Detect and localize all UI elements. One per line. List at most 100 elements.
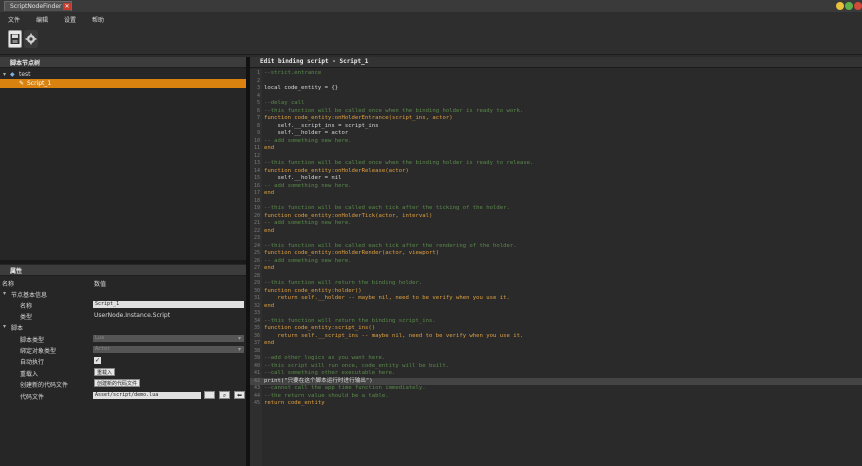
code-line[interactable]: 13 --this function will be called once wh… bbox=[250, 160, 862, 168]
code-text: function code_entity:onHolderEntrance(sc… bbox=[264, 115, 453, 121]
code-text: --this function will be called each tick… bbox=[264, 205, 510, 211]
code-line[interactable]: 26 -- add something new here. bbox=[250, 258, 862, 266]
panel-splitter[interactable] bbox=[0, 260, 246, 264]
tab-close-icon[interactable]: ✕ bbox=[63, 3, 71, 10]
code-line[interactable]: 21 -- add something new here. bbox=[250, 220, 862, 228]
code-text: --call something other executable here. bbox=[264, 370, 396, 376]
code-line[interactable]: 31 return self.__holder -- maybe nil, ne… bbox=[250, 295, 862, 303]
line-number: 21 bbox=[253, 220, 260, 226]
code-line[interactable]: 41 --call something other executable here… bbox=[250, 370, 862, 378]
tree-root-label: test bbox=[19, 71, 31, 78]
menu-edit[interactable]: 编辑 bbox=[36, 15, 48, 24]
save-button[interactable] bbox=[8, 30, 22, 48]
close-button[interactable] bbox=[854, 2, 862, 10]
line-number: 26 bbox=[253, 257, 260, 264]
codefile-field[interactable]: Asset/script/demo.lua bbox=[93, 392, 201, 399]
code-line[interactable]: 42 print("只要在这个脚本运行时进行输出") bbox=[250, 377, 862, 385]
code-line[interactable]: 15 self.__holder = nil bbox=[250, 175, 862, 183]
code-line[interactable]: 44 --the return value should be a table. bbox=[250, 393, 862, 401]
reload-button[interactable]: 重载入 bbox=[94, 368, 116, 376]
code-line[interactable]: 40 --this script will run once, code_enti… bbox=[250, 363, 862, 371]
menu-settings[interactable]: 设置 bbox=[64, 15, 76, 24]
code-line[interactable]: 12 bbox=[250, 153, 862, 161]
code-line[interactable]: 4 bbox=[250, 93, 862, 101]
gear-icon bbox=[25, 33, 37, 45]
code-line[interactable]: 18 bbox=[250, 198, 862, 206]
line-number: 5 bbox=[256, 100, 260, 106]
line-number: 17 bbox=[253, 190, 260, 196]
tree-item-root[interactable]: ▾ ◆ test bbox=[0, 70, 246, 79]
code-line[interactable]: 11 end bbox=[250, 145, 862, 153]
code-line[interactable]: 43 --cannot call the app time function im… bbox=[250, 385, 862, 393]
code-text: function code_entity:onHolderRelease(act… bbox=[264, 167, 409, 174]
group-basic[interactable]: ▾ 节点基本信息 bbox=[0, 289, 246, 299]
code-line[interactable]: 29 --this function will return the bindin… bbox=[250, 280, 862, 288]
tree-item-script[interactable]: ✎ Script_1 bbox=[0, 79, 246, 88]
prop-row-name: 名称 Script_1 bbox=[0, 300, 246, 310]
line-number: 9 bbox=[256, 130, 260, 136]
search-icon[interactable]: ⌕ bbox=[219, 391, 230, 399]
menu-file[interactable]: 文件 bbox=[8, 15, 20, 24]
arrow-left-icon[interactable]: ⬅ bbox=[234, 391, 245, 399]
code-area[interactable]: 1 --strict.entrance 2 3 local code_entity = … bbox=[250, 70, 862, 466]
prop-row-bind-type: 绑定对象类型 Actor ▾ bbox=[0, 345, 246, 355]
window-tab[interactable]: ScriptNodeFinder ✕ bbox=[4, 1, 72, 11]
properties-header: 属性 bbox=[0, 265, 246, 276]
script-type-select[interactable]: Lua bbox=[93, 335, 244, 342]
code-line[interactable]: 8 self.__script_ins = script_ins bbox=[250, 123, 862, 131]
code-line[interactable]: 36 return self.__script_ins -- maybe nil… bbox=[250, 333, 862, 341]
prop-row-codefile: 代码文件 Asset/script/demo.lua ⌕ ⬅ bbox=[0, 391, 246, 401]
code-line[interactable]: 24 --this function will be called each ti… bbox=[250, 243, 862, 251]
collapse-arrow-icon[interactable]: ▾ bbox=[3, 290, 6, 297]
code-line[interactable]: 7 function code_entity:onHolderEntrance(s… bbox=[250, 115, 862, 123]
group-script[interactable]: ▾ 脚本 bbox=[0, 322, 246, 332]
code-text: end bbox=[264, 190, 275, 196]
browse-button[interactable] bbox=[204, 391, 215, 399]
line-number: 24 bbox=[253, 242, 260, 249]
code-line[interactable]: 45 return code_entity bbox=[250, 400, 862, 408]
code-line[interactable]: 33 bbox=[250, 310, 862, 318]
code-line[interactable]: 19 --this function will be called each ti… bbox=[250, 205, 862, 213]
code-line[interactable]: 32 end bbox=[250, 303, 862, 311]
code-text: end bbox=[264, 302, 275, 309]
settings-button[interactable] bbox=[24, 30, 38, 48]
line-number: 7 bbox=[256, 115, 260, 121]
code-text: -- add something new here. bbox=[264, 137, 352, 144]
expand-arrow-icon[interactable]: ▾ bbox=[3, 71, 6, 78]
autorun-checkbox[interactable]: ✓ bbox=[94, 357, 101, 364]
menu-help[interactable]: 帮助 bbox=[92, 15, 104, 24]
code-line[interactable]: 28 bbox=[250, 273, 862, 281]
minimize-button[interactable] bbox=[836, 2, 844, 10]
code-line[interactable]: 10 -- add something new here. bbox=[250, 138, 862, 146]
code-line[interactable]: 16 -- add something new here. bbox=[250, 183, 862, 191]
code-line[interactable]: 6 --this function will be called once whe… bbox=[250, 108, 862, 116]
code-line[interactable]: 27 end bbox=[250, 265, 862, 273]
line-number: 4 bbox=[256, 92, 260, 99]
code-line[interactable]: 20 function code_entity:onHolderTick(acto… bbox=[250, 213, 862, 221]
code-line[interactable]: 38 bbox=[250, 348, 862, 356]
maximize-button[interactable] bbox=[845, 2, 853, 10]
tree-header-label: 脚本节点树 bbox=[10, 60, 41, 67]
code-line[interactable]: 5 --delay call bbox=[250, 100, 862, 108]
code-line[interactable]: 35 function code_entity:script_ins() bbox=[250, 325, 862, 333]
code-line[interactable]: 30 function code_entity:holder() bbox=[250, 288, 862, 296]
code-line[interactable]: 37 end bbox=[250, 340, 862, 348]
code-line[interactable]: 39 --add other logics as you want here. bbox=[250, 355, 862, 363]
name-field[interactable]: Script_1 bbox=[93, 301, 244, 308]
code-line[interactable]: 25 function code_entity:onHolderRender(ac… bbox=[250, 250, 862, 258]
code-line[interactable]: 1 --strict.entrance bbox=[250, 70, 862, 78]
code-line[interactable]: 23 bbox=[250, 235, 862, 243]
code-line[interactable]: 3 local code_entity = {} bbox=[250, 85, 862, 93]
code-line[interactable]: 9 self.__holder = actor bbox=[250, 130, 862, 138]
collapse-arrow-icon[interactable]: ▾ bbox=[3, 323, 6, 330]
code-line[interactable]: 2 bbox=[250, 78, 862, 86]
code-line[interactable]: 14 function code_entity:onHolderRelease(a… bbox=[250, 168, 862, 176]
create-file-button[interactable]: 创建新的代码文件 bbox=[94, 379, 141, 387]
code-line[interactable]: 17 end bbox=[250, 190, 862, 198]
bind-type-select[interactable]: Actor bbox=[93, 346, 244, 353]
code-line[interactable]: 34 --this function will return the bindin… bbox=[250, 318, 862, 326]
code-text: function code_entity:script_ins() bbox=[264, 325, 376, 331]
code-line[interactable]: 22 end bbox=[250, 228, 862, 236]
line-number: 12 bbox=[253, 152, 260, 159]
code-text: end bbox=[264, 265, 275, 271]
